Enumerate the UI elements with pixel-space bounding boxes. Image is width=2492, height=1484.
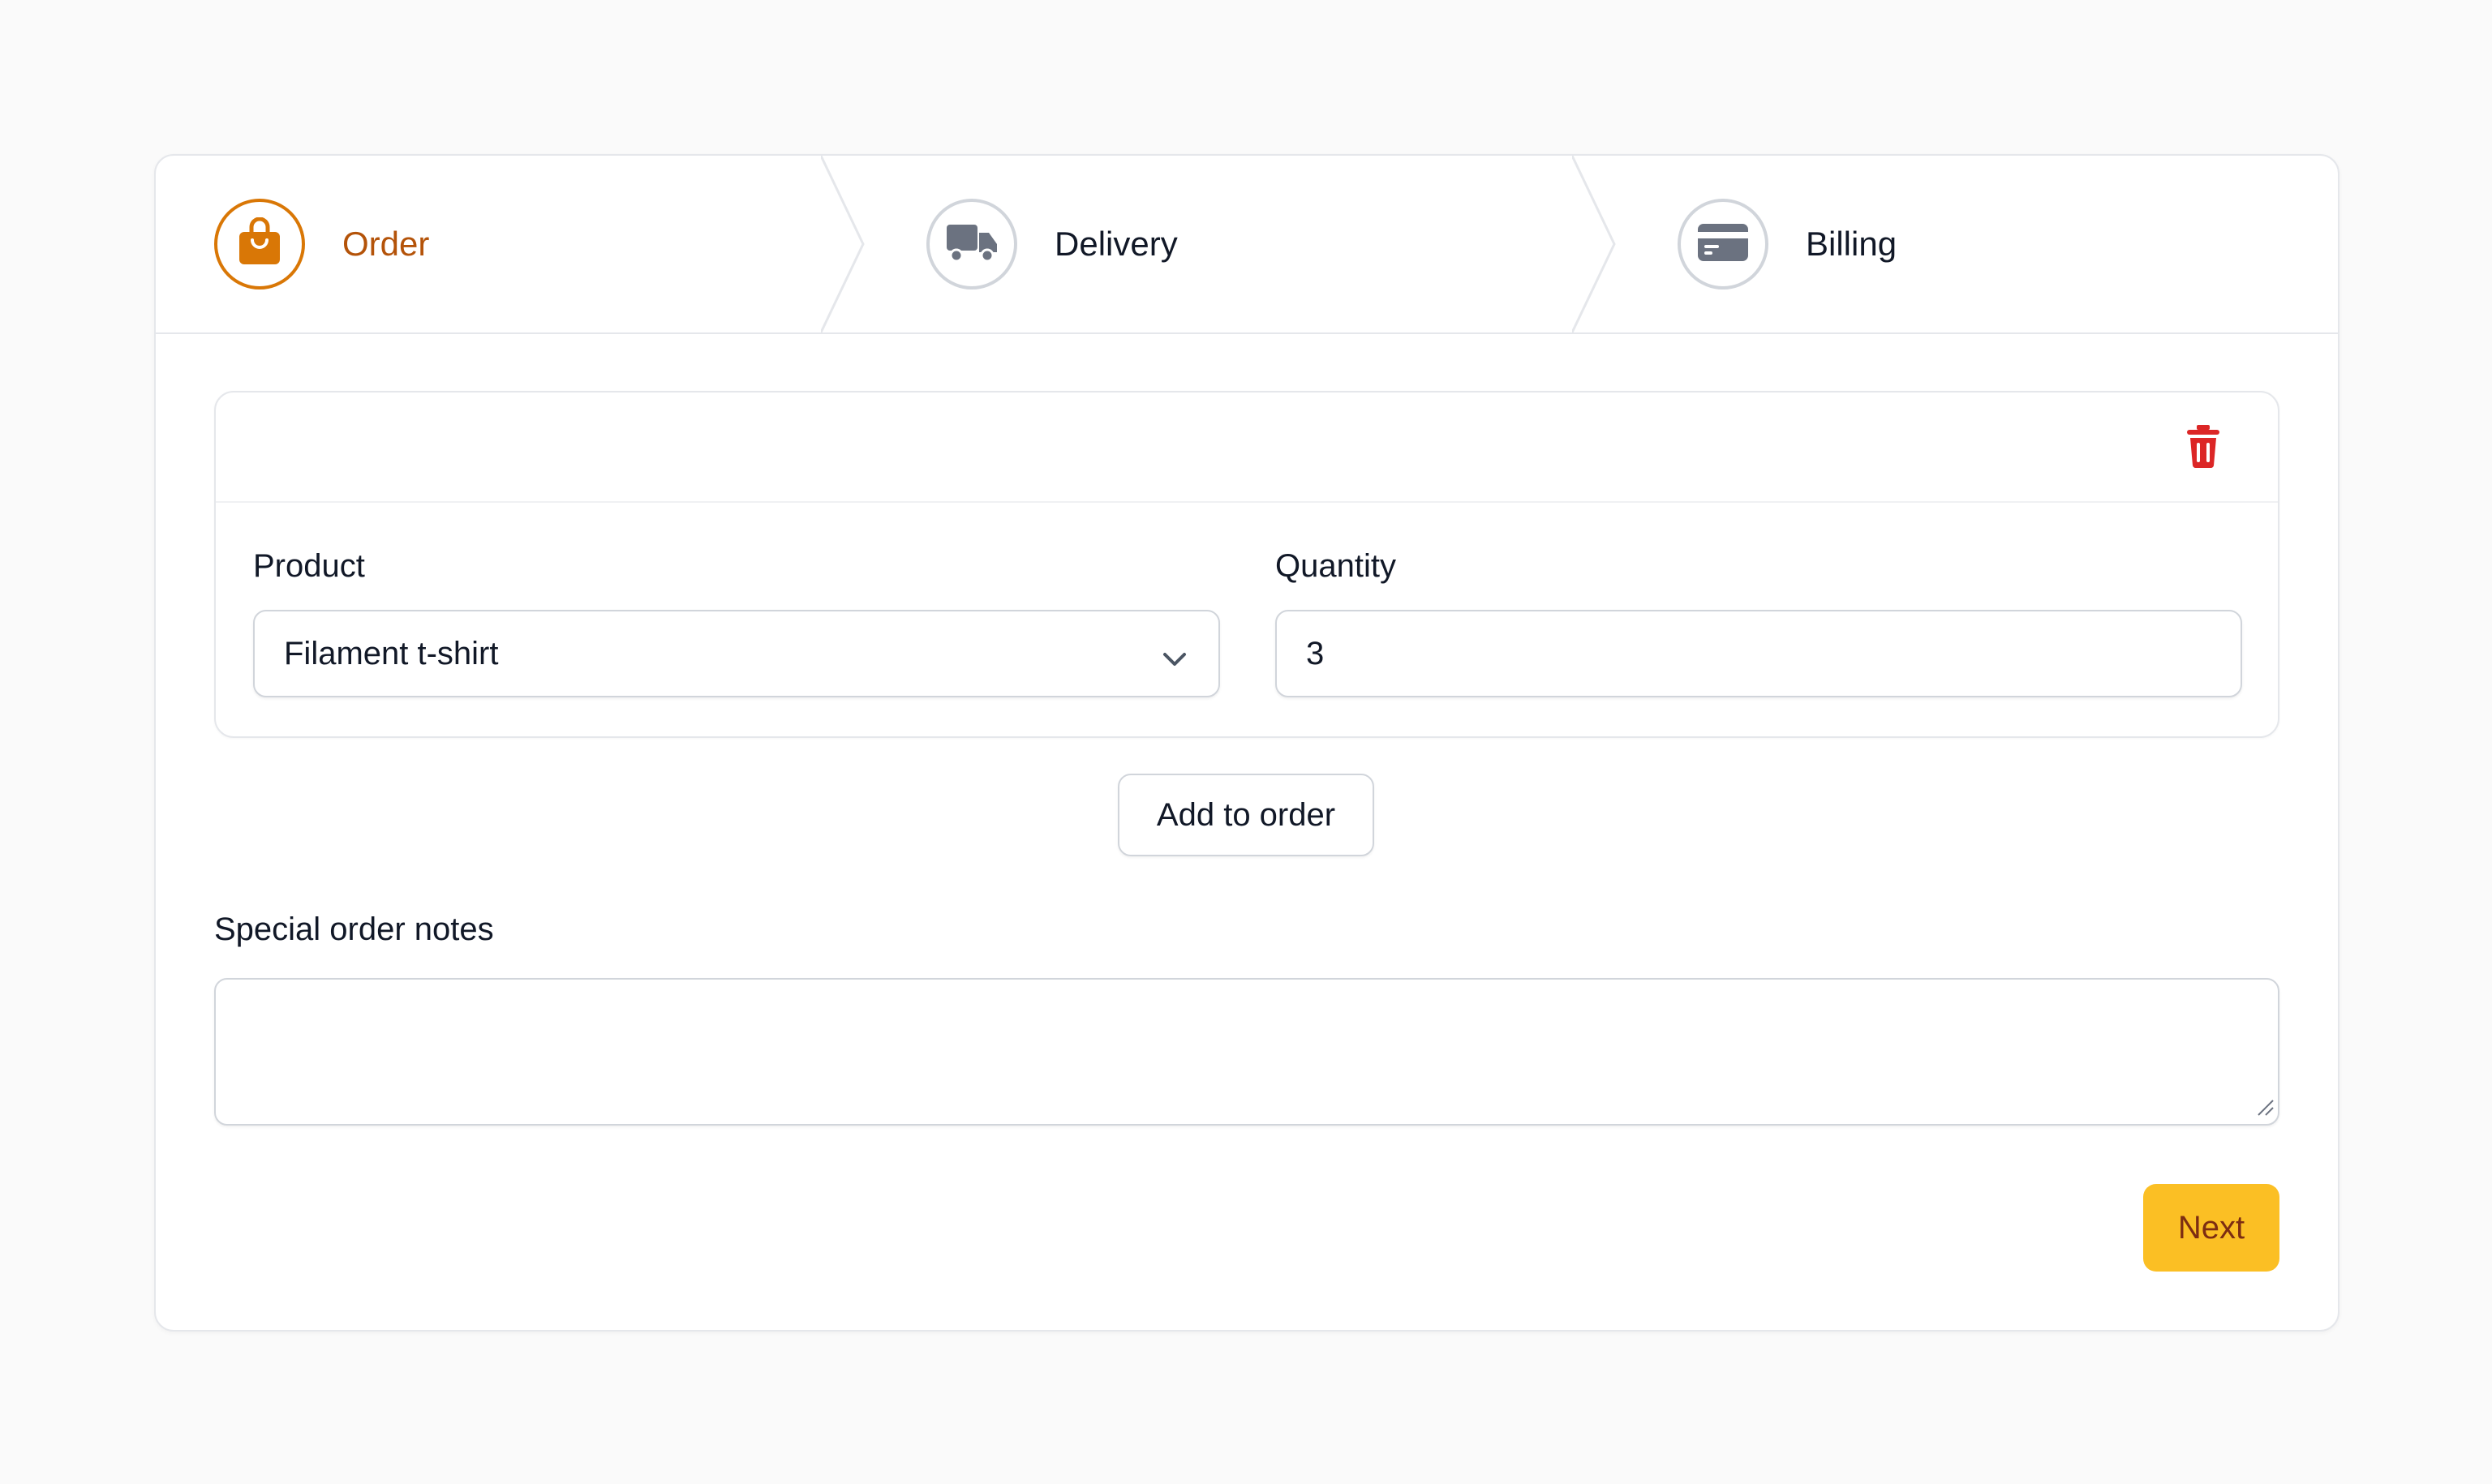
notes-label: Special order notes xyxy=(214,911,494,947)
product-select-value: Filament t-shirt xyxy=(284,635,499,671)
order-item-card: Product Filament t-shirt Quantity 3 xyxy=(214,391,2279,738)
truck-icon xyxy=(945,221,999,268)
resize-handle-icon[interactable] xyxy=(2255,1097,2275,1121)
quantity-label: Quantity xyxy=(1275,548,1396,584)
shopping-bag-icon xyxy=(236,217,283,272)
chevron-down-icon xyxy=(1160,642,1189,679)
next-button[interactable]: Next xyxy=(2143,1184,2279,1272)
credit-card-icon xyxy=(1696,222,1750,267)
product-select[interactable]: Filament t-shirt xyxy=(253,610,1220,697)
order-item-header xyxy=(216,392,2278,503)
step-billing-circle xyxy=(1678,199,1768,290)
wizard-steps: Order Delivery Billing xyxy=(156,156,2338,334)
delete-item-button[interactable] xyxy=(2177,422,2229,474)
step-billing-label: Billing xyxy=(1806,225,1897,263)
step-delivery-circle xyxy=(926,199,1017,290)
step-order[interactable]: Order xyxy=(214,156,429,332)
step-separator xyxy=(821,156,865,332)
trash-icon xyxy=(2185,423,2221,473)
notes-textarea[interactable] xyxy=(214,978,2279,1126)
step-billing[interactable]: Billing xyxy=(1678,156,1897,332)
quantity-value: 3 xyxy=(1306,635,1325,671)
quantity-input[interactable]: 3 xyxy=(1275,610,2242,697)
step-delivery-label: Delivery xyxy=(1055,225,1178,263)
step-order-label: Order xyxy=(342,225,430,263)
step-separator xyxy=(1572,156,1616,332)
step-delivery[interactable]: Delivery xyxy=(926,156,1178,332)
order-wizard: Order Delivery Billing Product Filament … xyxy=(154,154,2339,1332)
product-label: Product xyxy=(253,548,365,584)
step-order-circle xyxy=(214,199,305,290)
add-to-order-button[interactable]: Add to order xyxy=(1118,774,1374,856)
